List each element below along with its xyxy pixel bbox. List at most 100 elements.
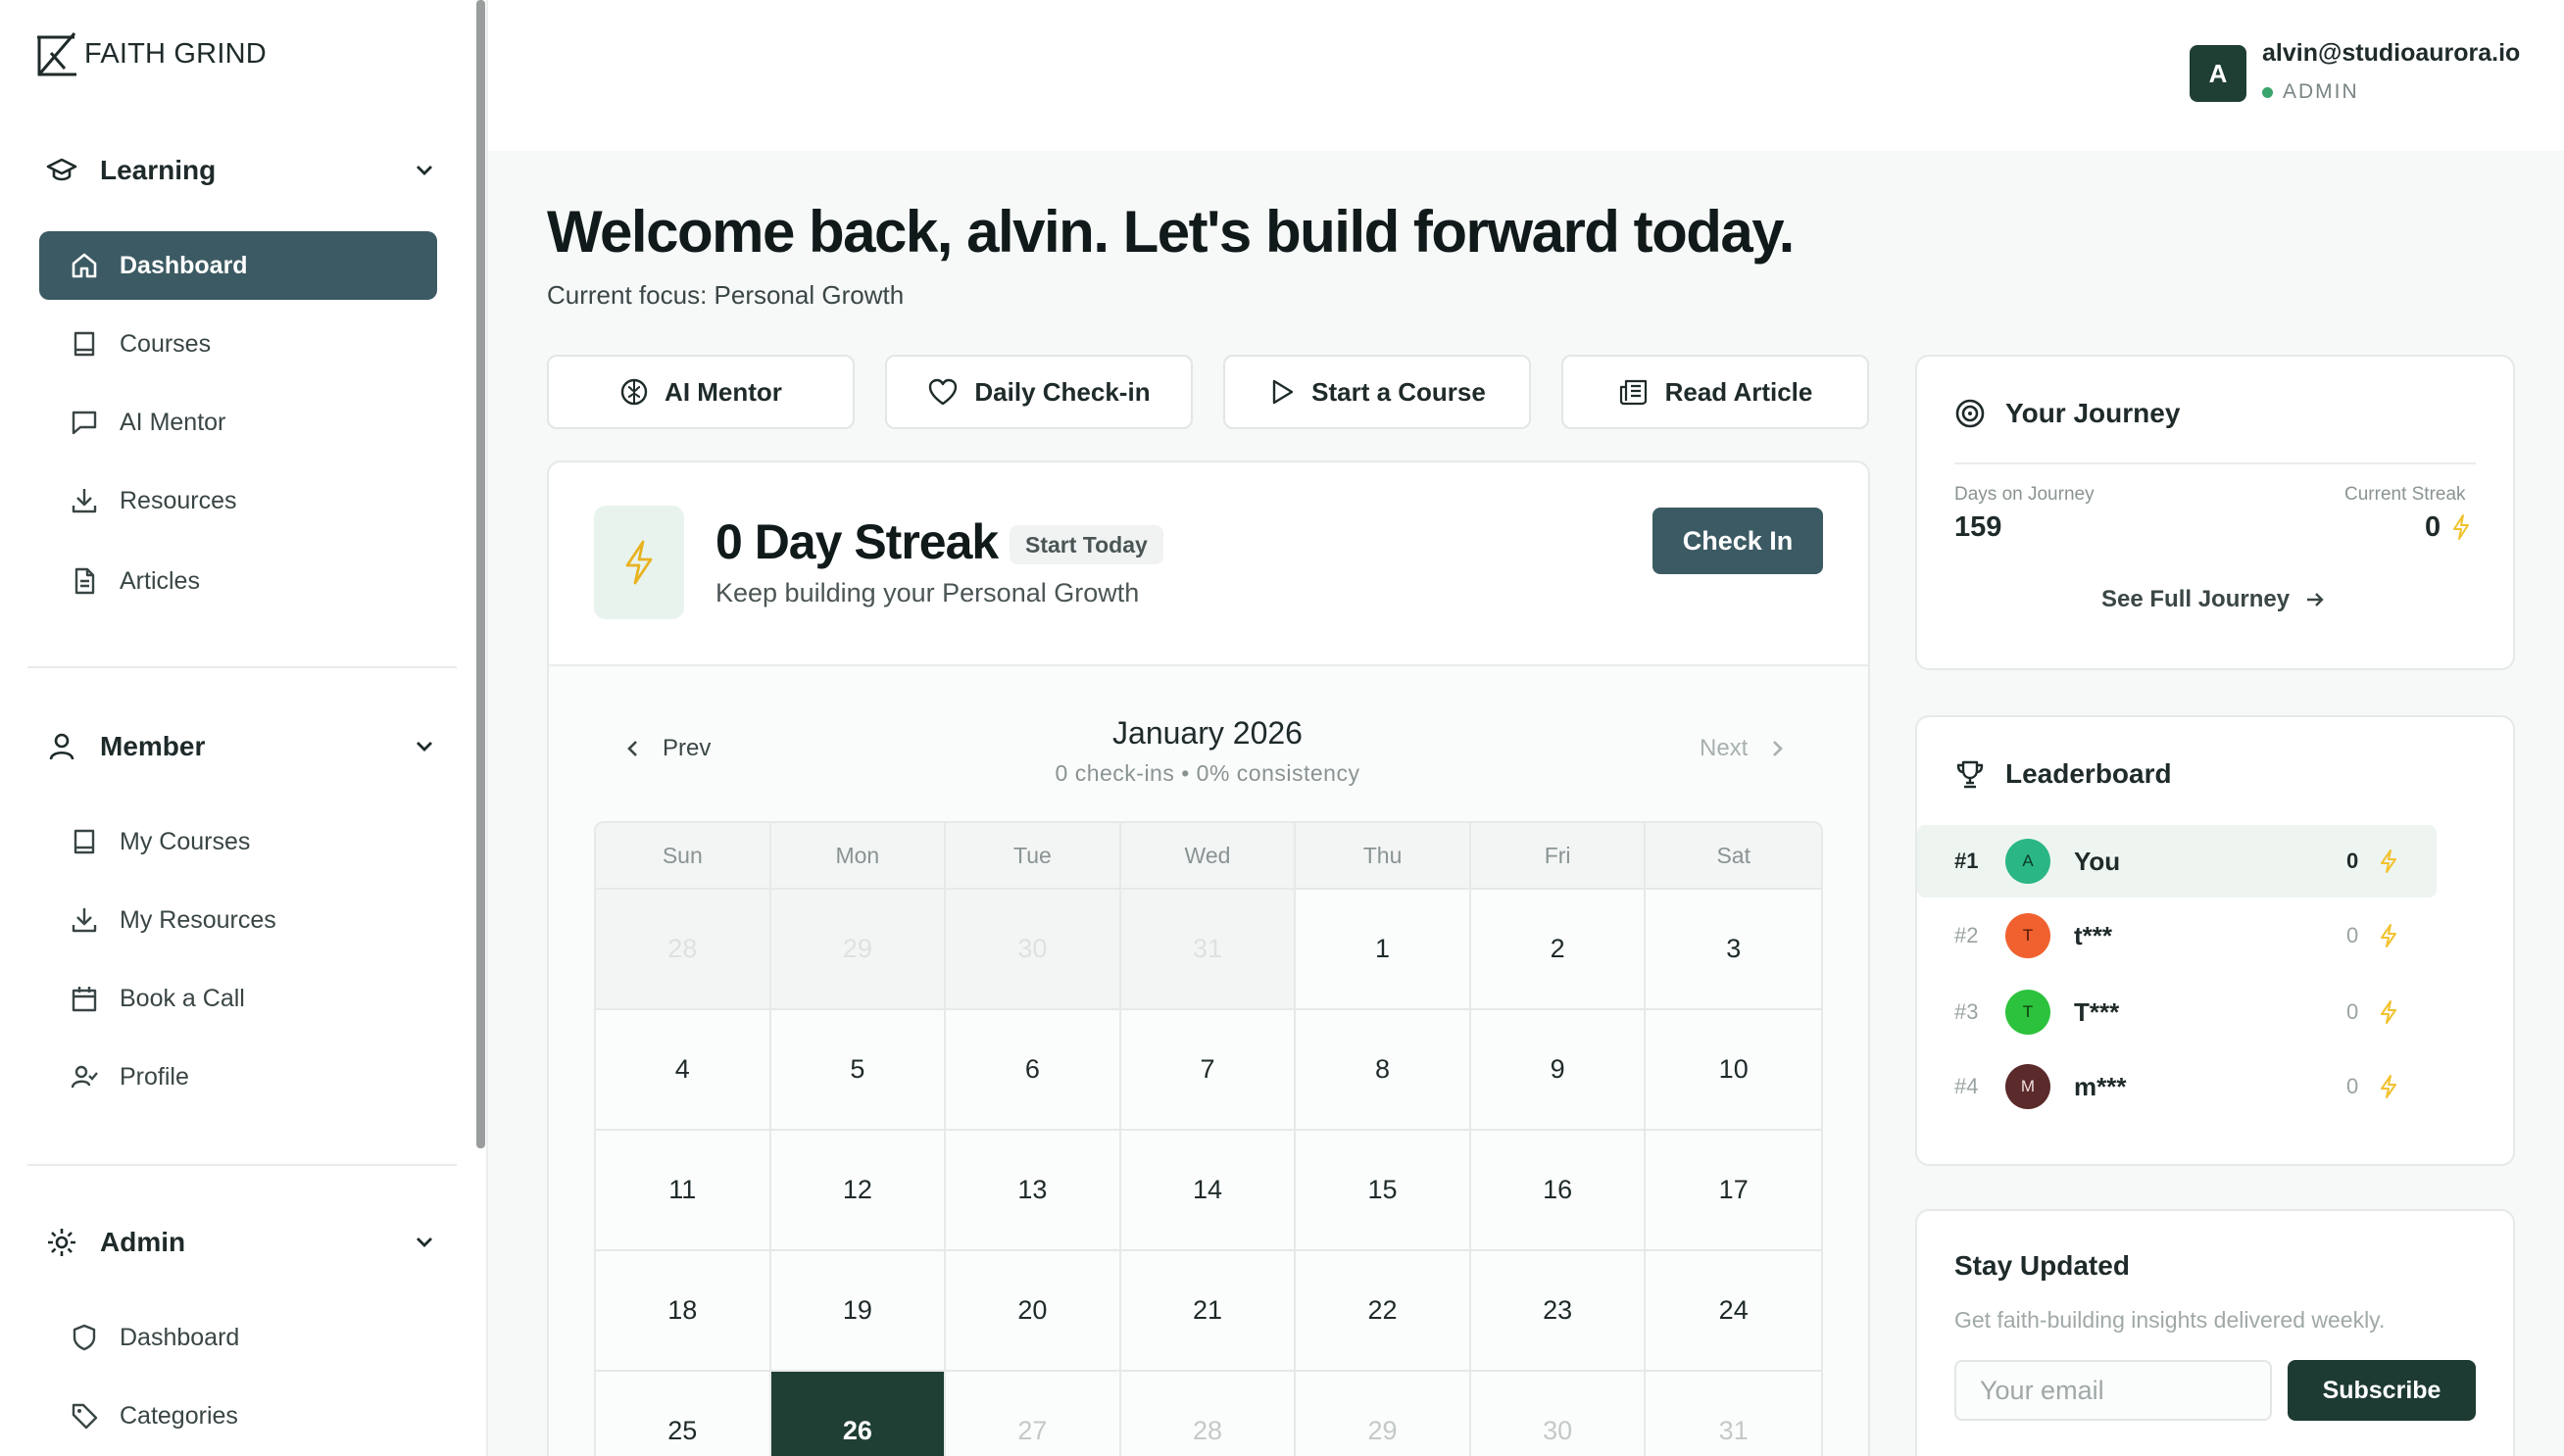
calendar-day-outside: 31 <box>1120 890 1297 1008</box>
sidebar-divider <box>27 666 457 668</box>
user-email[interactable]: alvin@studioaurora.io <box>2262 39 2520 68</box>
brand-logo[interactable]: FAITH GRIND <box>33 29 267 78</box>
see-full-journey-link[interactable]: See Full Journey <box>2101 586 2327 613</box>
calendar-day[interactable]: 24 <box>1646 1251 1821 1370</box>
weekday-label: Mon <box>771 823 947 888</box>
sidebar-item-label: AI Mentor <box>120 408 226 436</box>
sidebar-item-articles[interactable]: Articles <box>39 547 437 615</box>
calendar-day[interactable]: 17 <box>1646 1131 1821 1249</box>
sidebar-item-label: Articles <box>120 566 200 595</box>
sidebar-scrollbar[interactable] <box>476 0 485 1148</box>
leaderboard-row[interactable]: #1 A You 0 <box>1917 825 2437 898</box>
chevron-down-icon <box>417 742 432 752</box>
sidebar-item-my-courses[interactable]: My Courses <box>39 807 437 876</box>
lightning-icon <box>2381 1075 2396 1098</box>
weekday-label: Tue <box>946 823 1121 888</box>
user-check-icon <box>69 1061 100 1092</box>
calendar-day[interactable]: 3 <box>1646 890 1821 1008</box>
section-admin-header[interactable]: Admin <box>45 1215 437 1270</box>
sidebar-item-book-a-call[interactable]: Book a Call <box>39 964 437 1033</box>
sidebar-item-label: My Resources <box>120 905 276 934</box>
calendar-day[interactable]: 11 <box>596 1131 771 1249</box>
calendar-day[interactable]: 14 <box>1120 1131 1297 1249</box>
sidebar-item-admin-dashboard[interactable]: Dashboard <box>39 1303 437 1372</box>
leaderboard-row[interactable]: #4 M m*** 0 <box>1917 1050 2437 1123</box>
avatar: A <box>2005 839 2050 884</box>
download-icon <box>69 904 100 936</box>
quick-action-label: Start a Course <box>1311 376 1486 407</box>
sidebar-item-resources[interactable]: Resources <box>39 466 437 535</box>
weekday-label: Sun <box>596 823 771 888</box>
calendar-month: January 2026 <box>1112 715 1303 751</box>
check-in-button[interactable]: Check In <box>1652 508 1823 574</box>
calendar-day[interactable]: 6 <box>946 1010 1121 1129</box>
calendar-day[interactable]: 12 <box>770 1131 947 1249</box>
calendar-day[interactable]: 20 <box>946 1251 1121 1370</box>
read-article-button[interactable]: Read Article <box>1561 355 1869 429</box>
calendar-day[interactable]: 15 <box>1296 1131 1471 1249</box>
calendar-day[interactable]: 22 <box>1296 1251 1471 1370</box>
avatar[interactable]: A <box>2190 45 2246 102</box>
sidebar-item-courses[interactable]: Courses <box>39 310 437 378</box>
calendar-day[interactable]: 18 <box>596 1251 771 1370</box>
start-a-course-button[interactable]: Start a Course <box>1223 355 1531 429</box>
subscribe-button[interactable]: Subscribe <box>2288 1360 2476 1421</box>
leaderboard-rank: #3 <box>1954 999 1979 1024</box>
current-focus: Current focus: Personal Growth <box>547 280 905 310</box>
calendar-day[interactable]: 7 <box>1120 1010 1297 1129</box>
ai-mentor-button[interactable]: AI Mentor <box>547 355 855 429</box>
leaderboard-title: Leaderboard <box>2005 758 2172 789</box>
sidebar-item-label: Book a Call <box>120 984 245 1012</box>
logo-icon <box>37 32 76 76</box>
calendar-day[interactable]: 5 <box>770 1010 947 1129</box>
calendar-day[interactable]: 16 <box>1470 1131 1647 1249</box>
leaderboard-row[interactable]: #2 T t*** 0 <box>1917 899 2437 972</box>
days-on-journey-label: Days on Journey <box>1954 484 2095 505</box>
chevron-right-icon <box>1773 741 1784 756</box>
weekday-label: Sat <box>1716 842 1750 868</box>
calendar-day[interactable]: 25 <box>596 1372 771 1456</box>
journey-divider <box>1954 462 2476 464</box>
calendar-day[interactable]: 9 <box>1470 1010 1647 1129</box>
book-icon <box>69 328 100 360</box>
calendar-day[interactable]: 21 <box>1120 1251 1297 1370</box>
section-learning-header[interactable]: Learning <box>45 143 437 198</box>
email-field[interactable] <box>1954 1360 2272 1421</box>
section-member-title: Member <box>100 731 206 761</box>
trophy-icon <box>1956 760 1984 789</box>
calendar-day[interactable]: 10 <box>1646 1010 1821 1129</box>
section-member-header[interactable]: Member <box>45 719 437 774</box>
calendar-day[interactable]: 4 <box>596 1010 771 1129</box>
calendar-day[interactable]: 13 <box>946 1131 1121 1249</box>
calendar-day-future: 28 <box>1120 1372 1297 1456</box>
quick-action-label: Daily Check-in <box>974 376 1151 407</box>
sidebar-item-categories[interactable]: Categories <box>39 1382 437 1450</box>
sidebar: FAITH GRIND Learning Dashboard Courses A… <box>0 0 488 1456</box>
calendar-day-future: 29 <box>1296 1372 1471 1456</box>
sidebar-item-label: Profile <box>120 1062 189 1091</box>
sidebar-item-dashboard[interactable]: Dashboard <box>39 231 437 300</box>
sidebar-item-my-resources[interactable]: My Resources <box>39 886 437 954</box>
leaderboard-score: 0 <box>2346 1074 2359 1098</box>
calendar-day[interactable]: 19 <box>770 1251 947 1370</box>
calendar-day[interactable]: 8 <box>1296 1010 1471 1129</box>
streak-title: 0 Day Streak <box>715 514 999 569</box>
daily-check-in-button[interactable]: Daily Check-in <box>885 355 1193 429</box>
chevron-down-icon <box>417 166 432 175</box>
calendar-day-today[interactable]: 26 <box>770 1372 947 1456</box>
calendar-week: 18 19 20 21 22 23 24 <box>596 1251 1821 1372</box>
leaderboard-row[interactable]: #3 T T*** 0 <box>1917 976 2437 1048</box>
sidebar-item-profile[interactable]: Profile <box>39 1043 437 1111</box>
calendar-grid: Sun Mon Tue Wed Thu Fri Sat 28 29 30 31 … <box>594 821 1823 1456</box>
calendar-day[interactable]: 2 <box>1470 890 1647 1008</box>
calendar-day[interactable]: 1 <box>1296 890 1471 1008</box>
calendar-week: 25 26 27 28 29 30 31 <box>596 1372 1821 1456</box>
calendar-day[interactable]: 23 <box>1470 1251 1647 1370</box>
leaderboard-score: 0 <box>2346 999 2359 1024</box>
calendar-prev-button[interactable]: Prev <box>623 735 711 762</box>
calendar-next-button[interactable]: Next <box>1700 735 1787 762</box>
chevron-left-icon <box>627 741 637 756</box>
user-role-label: ADMIN <box>2283 80 2359 103</box>
sidebar-item-ai-mentor[interactable]: AI Mentor <box>39 388 437 457</box>
download-icon <box>69 485 100 516</box>
